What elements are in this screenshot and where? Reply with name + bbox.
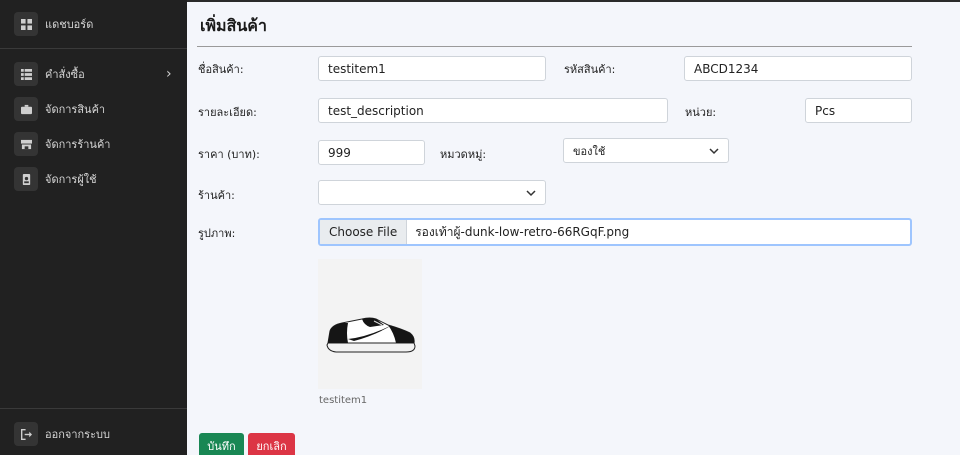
unit-label: หน่วย: (685, 106, 717, 119)
sidebar-item-label: คำสั่งซื้อ (45, 68, 85, 81)
sidebar-item-users[interactable]: จัดการผู้ใช้ (0, 164, 187, 194)
sidebar-item-label: จัดการสินค้า (45, 103, 106, 116)
dashboard-icon (14, 12, 38, 36)
main-content: เพิ่มสินค้า ชื่อสินค้า: testitem1 รหัสสิ… (187, 0, 960, 455)
image-preview (318, 259, 422, 389)
file-name: รองเท้าผู้-dunk-low-retro-66RGqF.png (415, 224, 630, 239)
price-input[interactable]: 999 (318, 140, 425, 165)
product-name-label: ชื่อสินค้า: (198, 63, 244, 76)
sidebar: แดชบอร์ด คำสั่งซื้อ › จัดการสินค้า จัดกา… (0, 0, 187, 455)
sneaker-image (326, 317, 416, 353)
unit-input[interactable]: Pcs (805, 98, 912, 123)
description-label: รายละเอียด: (198, 106, 257, 119)
user-badge-icon (14, 167, 38, 191)
sidebar-item-products[interactable]: จัดการสินค้า (0, 94, 187, 124)
sidebar-item-label: จัดการผู้ใช้ (45, 173, 97, 186)
product-code-input[interactable]: ABCD1234 (684, 56, 912, 81)
sidebar-item-label: แดชบอร์ด (45, 18, 94, 31)
store-label: ร้านค้า: (198, 189, 235, 202)
image-label: รูปภาพ: (198, 227, 236, 240)
chevron-right-icon: › (166, 66, 172, 82)
product-code-label: รหัสสินค้า: (564, 63, 616, 76)
store-select[interactable] (318, 180, 546, 205)
chevron-down-icon (709, 146, 719, 156)
image-file-input[interactable]: Choose File รองเท้าผู้-dunk-low-retro-66… (318, 218, 912, 246)
preview-caption: testitem1 (319, 395, 368, 406)
logout-button[interactable]: ออกจากระบบ (0, 419, 187, 449)
list-icon (14, 62, 38, 86)
cancel-button[interactable]: ยกเลิก (248, 433, 295, 455)
product-name-input[interactable]: testitem1 (318, 56, 546, 81)
price-label: ราคา (บาท): (198, 148, 260, 161)
title-divider (197, 46, 912, 47)
chevron-down-icon (526, 188, 536, 198)
save-button[interactable]: บันทึก (199, 433, 244, 455)
page-title: เพิ่มสินค้า (200, 16, 267, 35)
sidebar-divider (0, 48, 187, 49)
logout-label: ออกจากระบบ (45, 428, 110, 441)
briefcase-icon (14, 97, 38, 121)
sidebar-item-dashboard[interactable]: แดชบอร์ด (0, 9, 187, 39)
category-select[interactable]: ของใช้ (563, 138, 729, 163)
logout-icon (14, 422, 38, 446)
sidebar-item-label: จัดการร้านค้า (45, 138, 111, 151)
category-selected-value: ของใช้ (573, 144, 606, 158)
store-icon (14, 132, 38, 156)
description-input[interactable]: test_description (318, 98, 668, 123)
category-label: หมวดหมู่: (440, 148, 487, 161)
sidebar-divider (0, 408, 187, 409)
sidebar-item-orders[interactable]: คำสั่งซื้อ › (0, 59, 187, 89)
choose-file-button[interactable]: Choose File (320, 220, 408, 244)
sidebar-item-stores[interactable]: จัดการร้านค้า (0, 129, 187, 159)
